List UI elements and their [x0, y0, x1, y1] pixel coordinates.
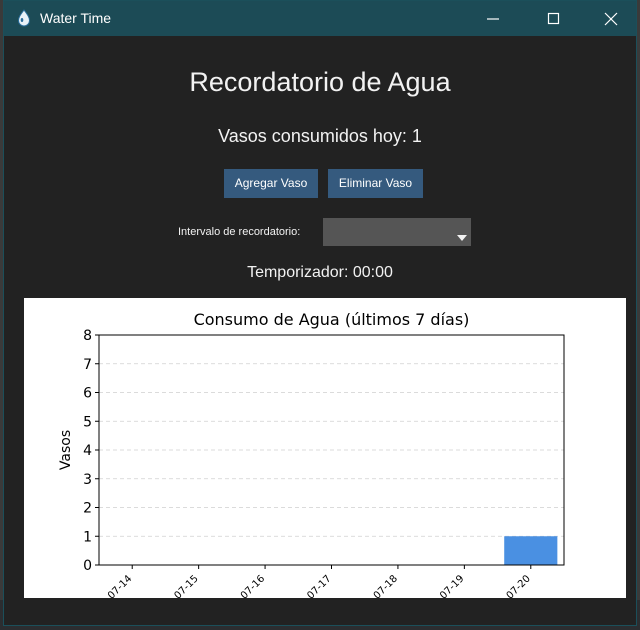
x-tick-label: 07-20	[505, 573, 533, 598]
close-button[interactable]	[588, 1, 634, 36]
x-tick-label: 07-19	[438, 573, 466, 598]
y-tick-label: 4	[83, 443, 92, 459]
y-tick-label: 6	[83, 386, 92, 402]
minimize-button[interactable]	[470, 1, 516, 36]
x-tick-label: 07-17	[305, 573, 333, 598]
add-glass-button[interactable]: Agregar Vaso	[224, 169, 318, 198]
chart-bar	[504, 536, 558, 565]
maximize-button[interactable]	[531, 1, 577, 36]
x-tick-label: 07-15	[172, 573, 200, 598]
title-bar[interactable]: Water Time	[4, 1, 636, 36]
x-tick-label: 07-18	[372, 573, 400, 598]
x-tick-label: 07-16	[239, 573, 267, 598]
chart-title: Consumo de Agua (últimos 7 días)	[194, 310, 470, 329]
water-chart: Consumo de Agua (últimos 7 días) 0 1 2 3 4 5 6 7…	[24, 298, 626, 598]
remove-glass-button[interactable]: Eliminar Vaso	[328, 169, 423, 198]
y-tick-label: 3	[83, 472, 92, 488]
page-title: Recordatorio de Agua	[189, 67, 451, 97]
y-tick-label: 5	[83, 414, 92, 430]
app-content: Recordatorio de Agua Vasos consumidos ho…	[4, 36, 636, 625]
interval-dropdown[interactable]	[323, 218, 471, 246]
chevron-down-icon	[457, 235, 467, 241]
y-tick-label: 8	[83, 328, 92, 344]
glasses-count-text: Vasos consumidos hoy: 1	[218, 126, 422, 146]
close-icon	[604, 12, 618, 26]
window-title: Water Time	[40, 10, 112, 26]
maximize-icon	[547, 12, 560, 25]
y-tick-label: 7	[83, 357, 92, 373]
x-tick-label: 07-14	[106, 573, 134, 598]
y-axis-label: Vasos	[58, 430, 74, 470]
interval-label: Intervalo de recordatorio:	[178, 226, 301, 238]
chart-svg: Consumo de Agua (últimos 7 días) 0 1 2 3 4 5 6 7…	[58, 310, 565, 598]
timer-text: Temporizador: 00:00	[247, 264, 393, 281]
y-tick-label: 1	[83, 529, 92, 545]
y-tick-label: 2	[83, 501, 92, 517]
y-tick-label: 0	[83, 558, 92, 574]
app-window: Water Time Recordatorio de Agua Vasos co…	[3, 0, 637, 626]
water-drop-icon	[17, 9, 31, 27]
minimize-icon	[487, 18, 499, 20]
